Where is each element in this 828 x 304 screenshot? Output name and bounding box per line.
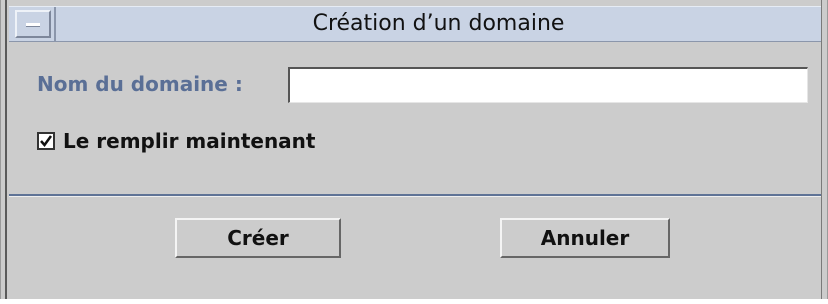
button-divider <box>9 194 821 197</box>
fill-now-option[interactable]: Le remplir maintenant <box>37 127 315 155</box>
minus-icon <box>26 23 40 27</box>
dialog-window: Création d’un domaine Nom du domaine : L… <box>0 0 828 304</box>
window-left-border <box>5 0 7 300</box>
fill-now-checkbox[interactable] <box>37 132 55 150</box>
fill-now-label: Le remplir maintenant <box>63 129 316 153</box>
checkmark-icon <box>40 135 53 148</box>
domain-name-input[interactable] <box>288 67 808 103</box>
window-bottom-edge <box>0 299 828 304</box>
window-menu-icon[interactable] <box>15 10 51 38</box>
create-button[interactable]: Créer <box>175 218 341 258</box>
window-right-border <box>821 0 822 300</box>
cancel-button[interactable]: Annuler <box>500 218 670 258</box>
domain-name-label: Nom du domaine : <box>37 72 243 96</box>
title-bar[interactable]: Création d’un domaine <box>9 6 821 42</box>
window-title: Création d’un domaine <box>312 11 565 36</box>
